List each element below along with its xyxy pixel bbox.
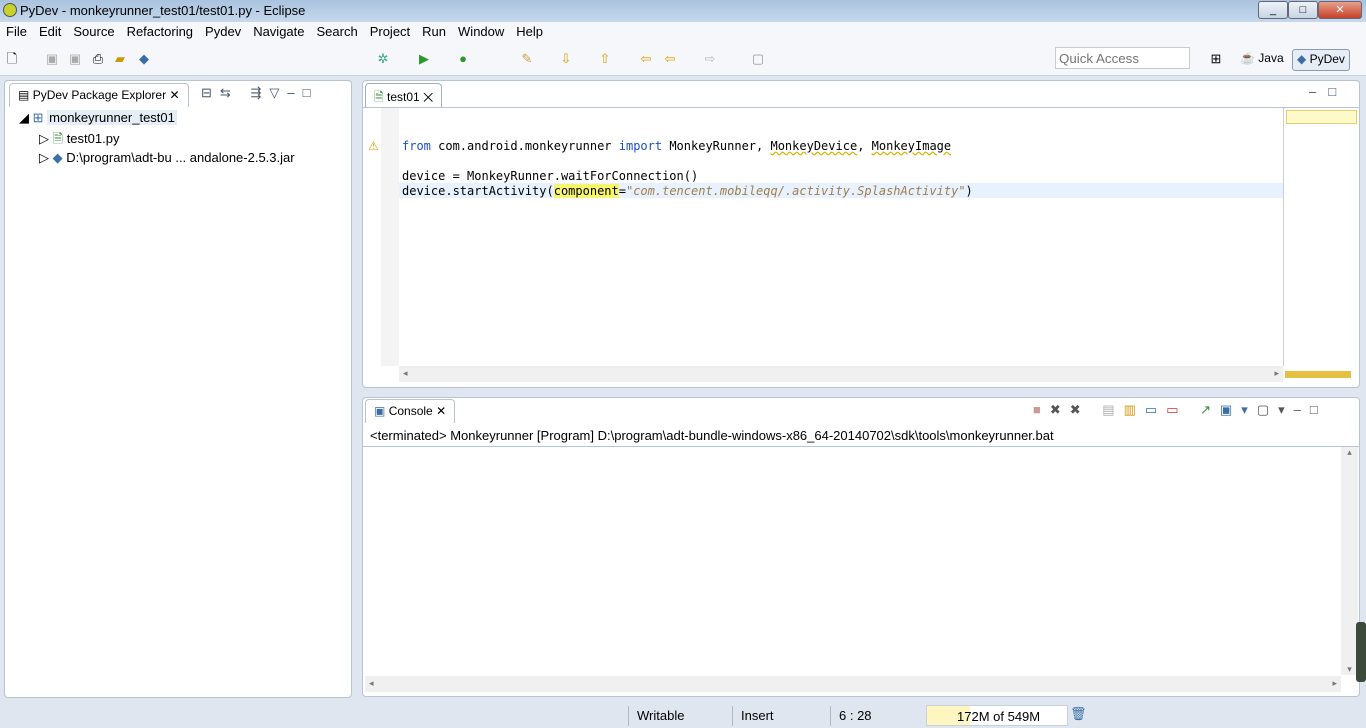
python-icon: ◆	[52, 150, 63, 165]
pin-editor-icon[interactable]: ▢	[750, 51, 766, 67]
view-toolbar: ⊟⇆ ⇶▽–□	[201, 85, 318, 101]
open-project-icon[interactable]: ▰	[112, 51, 128, 67]
writable-status: Writable	[637, 708, 685, 723]
remove-launch-icon[interactable]: ✖	[1050, 402, 1070, 417]
editor-panel: 🗎 test01 ✕ –□ ⚠ from com.android.monkeyr…	[362, 80, 1360, 388]
save-icon[interactable]: ▣	[44, 51, 60, 67]
pin-console-icon[interactable]: ↗	[1200, 402, 1220, 417]
scroll-lock-icon[interactable]: ▥	[1124, 402, 1145, 417]
show-stdout-icon[interactable]: ▭	[1145, 402, 1166, 417]
menu-run[interactable]: Run	[422, 22, 446, 42]
clear-console-icon[interactable]: ▤	[1102, 402, 1123, 417]
insert-mode-status: Insert	[741, 708, 774, 723]
java-icon: ☕	[1240, 51, 1255, 65]
window-title: PyDev - monkeyrunner_test01/test01.py - …	[20, 3, 306, 18]
tab-package-explorer[interactable]: ▤ PyDev Package Explorer ✕	[9, 83, 189, 107]
overview-scroll-thumb[interactable]	[1285, 371, 1351, 378]
perspective-pydev[interactable]: ◆ PyDev	[1292, 49, 1350, 71]
external-tools-icon[interactable]: ●	[455, 51, 471, 67]
garbage-collect-icon[interactable]: 🗑	[1070, 706, 1087, 722]
print-icon[interactable]: ⎙	[90, 51, 106, 67]
display-console-icon[interactable]: ▣▾	[1220, 402, 1257, 417]
maximize-view-icon[interactable]: □	[1328, 84, 1348, 99]
close-tab-icon[interactable]: ✕	[436, 404, 446, 418]
horizontal-scrollbar[interactable]: ◂ ▸	[399, 366, 1283, 382]
maximize-view-icon[interactable]: □	[303, 85, 319, 100]
code-line-3[interactable]: device.startActivity(component="com.tenc…	[402, 184, 973, 198]
last-edit-icon[interactable]: ⇦	[638, 51, 654, 67]
terminate-icon[interactable]: ■	[1033, 402, 1050, 417]
python-file-icon: 🗎	[52, 131, 64, 146]
menu-project[interactable]: Project	[370, 22, 410, 42]
menu-search[interactable]: Search	[317, 22, 358, 42]
save-all-icon[interactable]: ▣	[67, 51, 83, 67]
side-handle[interactable]	[1356, 622, 1366, 682]
console-toolbar: ■✖✖ ▤▥▭▭ ↗▣▾▢▾–□	[1033, 402, 1327, 418]
next-annotation-icon[interactable]: ⇩	[558, 51, 574, 67]
run-icon[interactable]: ▶	[416, 51, 432, 67]
menu-navigate[interactable]: Navigate	[253, 22, 304, 42]
menu-window[interactable]: Window	[458, 22, 504, 42]
open-console-icon[interactable]: ▢▾	[1257, 402, 1294, 417]
tree-item-file[interactable]: ▷ 🗎 test01.py	[19, 130, 295, 150]
menu-edit[interactable]: Edit	[39, 22, 61, 42]
open-perspective-icon[interactable]: ⊞	[1208, 51, 1224, 67]
project-tree: ◢ ⊞ monkeyrunner_test01 ▷ 🗎 test01.py ▷ …	[19, 110, 295, 170]
edit-icon[interactable]: ✎	[519, 51, 535, 67]
python-icon[interactable]: ◆	[136, 51, 152, 67]
minimize-view-icon[interactable]: –	[287, 85, 302, 100]
prev-annotation-icon[interactable]: ⇧	[597, 51, 613, 67]
menu-refactoring[interactable]: Refactoring	[127, 22, 193, 42]
new-icon[interactable]: 🗋	[4, 51, 20, 67]
minimize-view-icon[interactable]: –	[1309, 84, 1328, 99]
tree-item-project[interactable]: ◢ ⊞ monkeyrunner_test01	[19, 110, 295, 130]
remove-all-icon[interactable]: ✖	[1070, 402, 1090, 417]
package-explorer-panel: ▤ PyDev Package Explorer ✕ ⊟⇆ ⇶▽–□ ◢ ⊞ m…	[4, 80, 352, 698]
maximize-button[interactable]: □	[1288, 1, 1318, 19]
editor-view-controls: –□	[1309, 84, 1348, 99]
horizontal-scrollbar[interactable]: ◂ ▸	[365, 676, 1341, 692]
python-icon: ◆	[1297, 52, 1307, 66]
link-editor-icon[interactable]: ⇆	[220, 85, 239, 100]
console-panel: ▣ Console ✕ ■✖✖ ▤▥▭▭ ↗▣▾▢▾–□ <terminated…	[362, 397, 1360, 697]
project-icon: ⊞	[32, 110, 44, 125]
perspective-java[interactable]: ☕ Java	[1236, 49, 1288, 71]
console-status: <terminated> Monkeyrunner [Program] D:\p…	[370, 428, 1054, 443]
heap-status[interactable]: 172M of 549M	[926, 705, 1068, 726]
eclipse-icon	[3, 3, 17, 17]
close-tab-icon[interactable]: ✕	[169, 88, 179, 102]
show-stderr-icon[interactable]: ▭	[1166, 402, 1187, 417]
tab-test01[interactable]: 🗎 test01 ✕	[365, 83, 443, 107]
filter-icon[interactable]: ⇶	[250, 85, 269, 100]
code-line-2[interactable]: device = MonkeyRunner.waitForConnection(…	[402, 169, 698, 183]
menu-file[interactable]: File	[6, 22, 27, 42]
console-icon: ▣	[374, 404, 386, 418]
view-menu-icon[interactable]: ▽	[269, 85, 287, 100]
close-button[interactable]: ✕	[1318, 1, 1362, 19]
close-tab-icon[interactable]: ✕	[423, 90, 433, 104]
code-line-1[interactable]: from com.android.monkeyrunner import Mon…	[402, 139, 951, 153]
forward-icon[interactable]: ⇨	[702, 51, 718, 67]
maximize-view-icon[interactable]: □	[1310, 402, 1327, 417]
cursor-position: 6 : 28	[839, 708, 872, 723]
status-bar: Writable Insert 6 : 28 172M of 549M 🗑	[0, 703, 1366, 728]
back-icon[interactable]: ⇦	[662, 51, 678, 67]
menu-bar: File Edit Source Refactoring Pydev Navig…	[0, 22, 1366, 42]
minimize-view-icon[interactable]: –	[1294, 402, 1310, 417]
title-bar: PyDev - monkeyrunner_test01/test01.py - …	[0, 0, 1366, 22]
tree-item-jar[interactable]: ▷ ◆ D:\program\adt-bu ... andalone-2.5.3…	[19, 150, 295, 170]
package-icon: ▤	[18, 88, 30, 102]
debug-icon[interactable]: ✲	[375, 51, 391, 67]
quick-access-input[interactable]	[1055, 47, 1190, 69]
menu-help[interactable]: Help	[516, 22, 543, 42]
minimap[interactable]	[1283, 108, 1359, 366]
ruler	[381, 108, 399, 366]
menu-pydev[interactable]: Pydev	[205, 22, 241, 42]
collapse-all-icon[interactable]: ⊟	[201, 85, 220, 100]
warning-icon: ⚠	[368, 139, 379, 153]
menu-source[interactable]: Source	[73, 22, 114, 42]
minimize-button[interactable]: _	[1258, 1, 1288, 19]
tab-console[interactable]: ▣ Console ✕	[365, 399, 456, 423]
python-file-icon: 🗎	[374, 90, 384, 104]
